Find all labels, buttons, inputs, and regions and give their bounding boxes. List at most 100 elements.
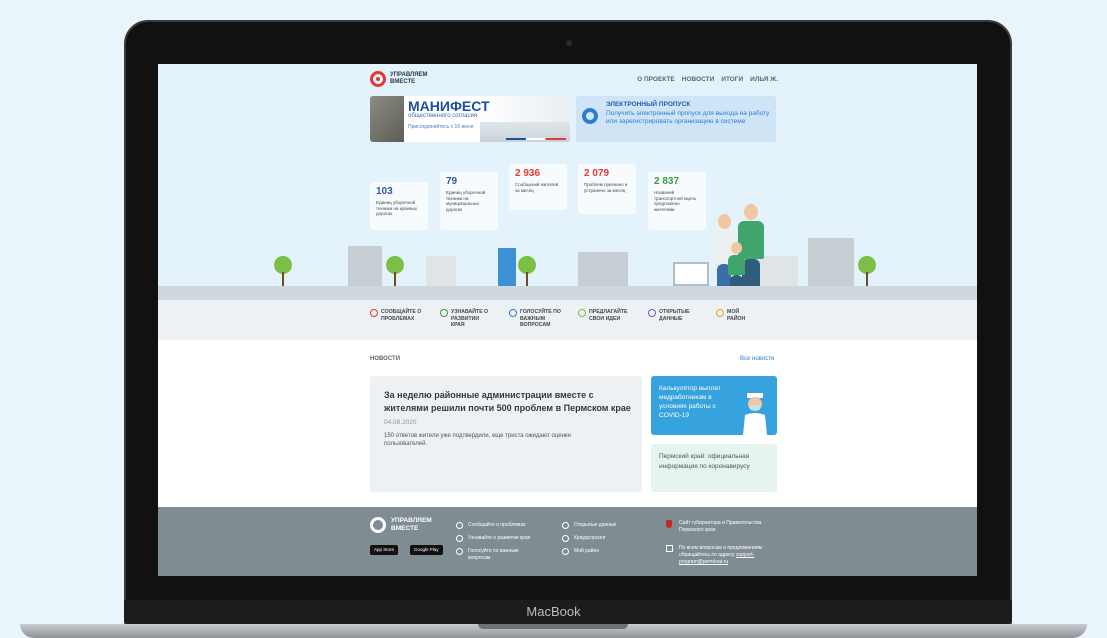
logo-text: УПРАВЛЯЕМ ВМЕСТЕ [390,72,428,85]
location-icon [562,548,569,555]
nav-news[interactable]: НОВОСТИ [682,76,715,83]
news-title: За неделю районные администрации вместе … [384,390,631,413]
gear-icon [582,108,598,124]
footer-link-text: Краудсорсинг [574,535,606,541]
footer-logo-text: УПРАВЛЯЕМ ВМЕСТЕ [391,517,432,532]
manifest-join: Присоединяйтесь с 16 июня [408,124,474,130]
site-footer: УПРАВЛЯЕМ ВМЕСТЕ App Store Google Play С… [158,507,977,576]
e-pass-text: Получить электронный пропуск для выхода … [606,110,770,125]
footer-link-report[interactable]: Сообщайте о проблемах [456,522,526,529]
action-label: ГОЛОСУЙТЕ ПО ВАЖНЫМ ВОПРОСАМ [520,309,561,328]
data-icon [562,522,569,529]
news-heading: НОВОСТИ [370,356,401,362]
stat-card: 2 079 Проблем признано и устранено за ме… [578,164,636,214]
footer-logo[interactable]: УПРАВЛЯЕМ ВМЕСТЕ [370,517,443,533]
stat-value: 79 [446,176,458,187]
action-label: ОТКРЫТЫЕ ДАННЫЕ [659,309,690,322]
app-store-badge[interactable]: App Store [370,545,399,555]
manifest-stone-image [370,96,404,142]
action-label: СООБЩАЙТЕ О ПРОБЛЕМАХ [381,309,422,322]
e-pass-banner[interactable]: ЭЛЕКТРОННЫЙ ПРОПУСК Получить электронный… [576,96,776,142]
device-brand: MacBook [526,604,581,619]
city-illustration [158,204,977,300]
stat-label: Названий транспортной карты предложено ж… [654,190,697,212]
footer-link-text: Мой район [574,548,600,554]
nav-about[interactable]: О ПРОЕКТЕ [637,76,675,83]
action-label: УЗНАВАЙТЕ О РАЗВИТИИ КРАЯ [451,309,489,328]
stat-value: 103 [376,186,393,197]
action-region-development[interactable]: УЗНАВАЙТЕ О РАЗВИТИИ КРАЯ [440,309,493,329]
location-icon [716,309,724,317]
camera-icon [566,40,572,46]
e-pass-title: ЭЛЕКТРОННЫЙ ПРОПУСК [606,101,691,108]
footer-link-open-data[interactable]: Открытые данные [562,522,616,529]
action-my-district[interactable]: МОЙ РАЙОН [716,309,757,322]
footer-link-text: Сайт губернатора и Правительства Пермско… [679,520,762,533]
manifest-title: МАНИФЕСТ [408,98,490,114]
stat-value: 2 936 [515,168,541,179]
footer-link-vote[interactable]: Голосуйте по важным вопросам [456,548,546,562]
building [426,256,456,286]
action-label: ПРЕДЛАГАЙТЕ СВОИ ИДЕИ [589,309,628,322]
action-label: МОЙ РАЙОН [727,309,746,322]
coronavirus-info-card[interactable]: Пермский край: официальная информация по… [651,444,777,492]
action-ideas[interactable]: ПРЕДЛАГАЙТЕ СВОИ ИДЕИ [578,309,631,322]
site-header: УПРАВЛЯЕМ ВМЕСТЕ О ПРОЕКТЕ НОВОСТИ ИТОГИ… [370,71,778,91]
footer-link-text: Сообщайте о проблемах [468,522,526,528]
nav-user[interactable]: ИЛЬЯ Ж. [750,76,778,83]
main-nav: О ПРОЕКТЕ НОВОСТИ ИТОГИ ИЛЬЯ Ж. [637,76,778,83]
footer-link-governor[interactable]: Сайт губернатора и Правительства Пермско… [666,520,776,534]
covid-calculator-text: Калькулятор выплат медработникам в услов… [659,385,721,419]
all-news-link[interactable]: Все новости [740,356,774,362]
footer-link-text: Голосуйте по важным вопросам [468,548,519,561]
action-vote[interactable]: ГОЛОСУЙТЕ ПО ВАЖНЫМ ВОПРОСАМ [509,309,562,329]
tree [518,256,536,286]
alert-icon [370,309,378,317]
manifest-subtitle: общественного согласия [408,113,478,119]
map-pin-icon [456,535,463,542]
covid-calculator-card[interactable]: Калькулятор выплат медработникам в услов… [651,376,777,435]
voting-stand [498,248,516,286]
message-icon [666,545,673,552]
alert-icon [456,522,463,529]
check-circle-icon [456,548,463,555]
map-pin-icon [440,309,448,317]
action-open-data[interactable]: ОТКРЫТЫЕ ДАННЫЕ [648,309,701,322]
lightbulb-icon [578,309,586,317]
footer-link-text: Открытые данные [574,522,617,528]
manifest-banner[interactable]: МАНИФЕСТ общественного согласия Присоеди… [370,96,570,142]
tree [386,256,404,286]
nav-results[interactable]: ИТОГИ [721,76,743,83]
coronavirus-info-text: Пермский край: официальная информация по… [659,453,750,470]
footer-link-my-district[interactable]: Мой район [562,548,599,555]
action-report-problems[interactable]: СООБЩАЙТЕ О ПРОБЛЕМАХ [370,309,423,322]
footer-link-crowdsourcing[interactable]: Краудсорсинг [562,535,606,542]
logo-mark-icon [370,71,386,87]
tree [858,256,876,286]
footer-contact: По всем вопросам и предложениям обращайт… [666,545,776,566]
browser-screen: УПРАВЛЯЕМ ВМЕСТЕ О ПРОЕКТЕ НОВОСТИ ИТОГИ… [158,64,977,576]
news-text: 150 ответов жители уже подтвердили, еще … [384,433,571,447]
stat-value: 2 079 [584,168,610,179]
lightbulb-icon [562,535,569,542]
person-child [728,242,746,290]
google-play-badge[interactable]: Google Play [410,545,443,555]
stat-label: Единиц уборочной техники на муниципальны… [446,190,486,212]
flag-strip [506,138,566,140]
check-circle-icon [509,309,517,317]
crest-icon [666,520,672,528]
building [348,246,382,286]
doctor-illustration [743,393,767,435]
footer-link-development[interactable]: Узнавайте о развитии края [456,535,530,542]
news-date: 04.08.2020 [384,419,417,426]
footer-logo-icon [370,517,386,533]
hero-section: УПРАВЛЯЕМ ВМЕСТЕ О ПРОЕКТЕ НОВОСТИ ИТОГИ… [158,64,977,300]
footer-link-text: Узнавайте о развитии края [468,535,531,541]
building [578,252,628,286]
news-card-main[interactable]: За неделю районные администрации вместе … [370,376,642,492]
laptop-notch [478,624,628,629]
stat-card: 2 936 Сообщений жителей за месяц [509,164,567,210]
actions-bar: СООБЩАЙТЕ О ПРОБЛЕМАХ УЗНАВАЙТЕ О РАЗВИТ… [158,300,977,340]
stat-label: Сообщений жителей за месяц [515,182,559,193]
site-logo[interactable]: УПРАВЛЯЕМ ВМЕСТЕ [370,71,438,87]
